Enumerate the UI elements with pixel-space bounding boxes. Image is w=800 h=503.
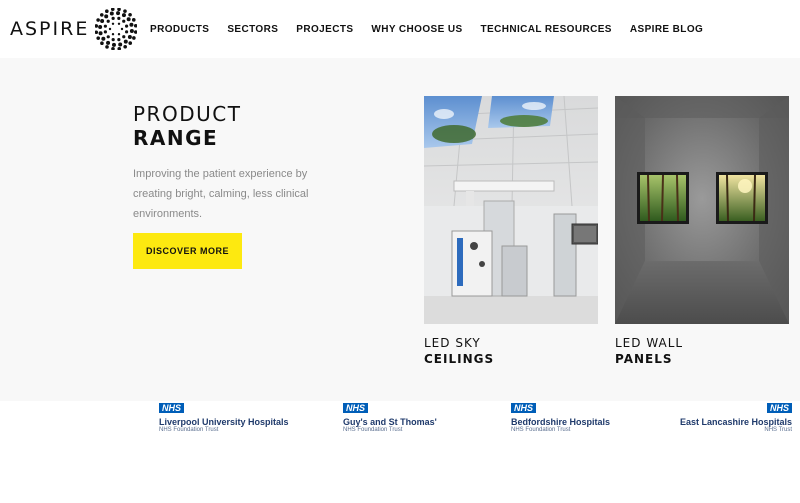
trust-sub: NHS Foundation Trust bbox=[343, 427, 403, 433]
led-wall-panel-image bbox=[615, 96, 789, 324]
nav-why-choose-us[interactable]: WHY CHOOSE US bbox=[371, 0, 462, 58]
brand-logo[interactable]: ASPIRE bbox=[10, 8, 138, 50]
card-label-bold: CEILINGS bbox=[424, 352, 495, 366]
nhs-badge: NHS bbox=[767, 403, 793, 413]
nav-aspire-blog[interactable]: ASPIRE BLOG bbox=[630, 0, 703, 58]
nav-products[interactable]: PRODUCTS bbox=[150, 0, 210, 61]
card-label-bold: PANELS bbox=[615, 352, 673, 366]
nav-sectors[interactable]: SECTORS bbox=[227, 0, 278, 58]
trust-logo-liverpool: NHS Liverpool University Hospitals NHS F… bbox=[159, 398, 289, 433]
main-nav: PRODUCTS SECTORS PROJECTS WHY CHOOSE US … bbox=[150, 0, 721, 61]
nav-technical-resources[interactable]: TECHNICAL RESOURCES bbox=[480, 0, 613, 61]
trust-logo-guys-st-thomas: NHS Guy's and St Thomas' NHS Foundation … bbox=[343, 398, 437, 433]
card-label-light: LED SKY bbox=[424, 336, 481, 350]
menu-description: Improving the patient experience by crea… bbox=[133, 168, 309, 220]
card-led-sky-ceilings[interactable]: LED SKY CEILINGS bbox=[424, 96, 598, 366]
nhs-badge: NHS bbox=[511, 403, 537, 413]
aspire-logo-icon bbox=[95, 8, 138, 50]
trust-logo-east-lancashire: NHS East Lancashire Hospitals NHS Trust bbox=[680, 398, 793, 433]
site-header: ASPIRE PRODUCTS SECTORS PROJECTS WHY CHO… bbox=[0, 0, 800, 61]
trust-name: Liverpool University Hospitals bbox=[159, 417, 289, 427]
menu-title-bold: RANGE bbox=[133, 126, 219, 150]
nhs-badge: NHS bbox=[159, 403, 185, 413]
trust-logo-bedfordshire: NHS Bedfordshire Hospitals NHS Foundatio… bbox=[511, 398, 610, 433]
nav-projects[interactable]: PROJECTS bbox=[296, 0, 353, 58]
menu-title-light: PRODUCT bbox=[133, 102, 242, 126]
trust-sub: NHS Foundation Trust bbox=[511, 427, 571, 433]
trust-sub: NHS Trust bbox=[764, 427, 793, 433]
discover-more-button[interactable]: DISCOVER MORE bbox=[133, 233, 242, 269]
trust-sub: NHS Foundation Trust bbox=[159, 427, 219, 433]
trust-name: Bedfordshire Hospitals bbox=[511, 417, 611, 427]
nhs-badge: NHS bbox=[343, 403, 369, 413]
trust-name: East Lancashire Hospitals bbox=[680, 417, 793, 427]
led-sky-ceiling-image bbox=[424, 96, 598, 324]
card-label-light: LED WALL bbox=[615, 336, 684, 350]
card-led-wall-panels[interactable]: LED WALL PANELS bbox=[615, 96, 789, 366]
trust-name: Guy's and St Thomas' bbox=[343, 417, 437, 427]
brand-name: ASPIRE bbox=[10, 18, 90, 40]
